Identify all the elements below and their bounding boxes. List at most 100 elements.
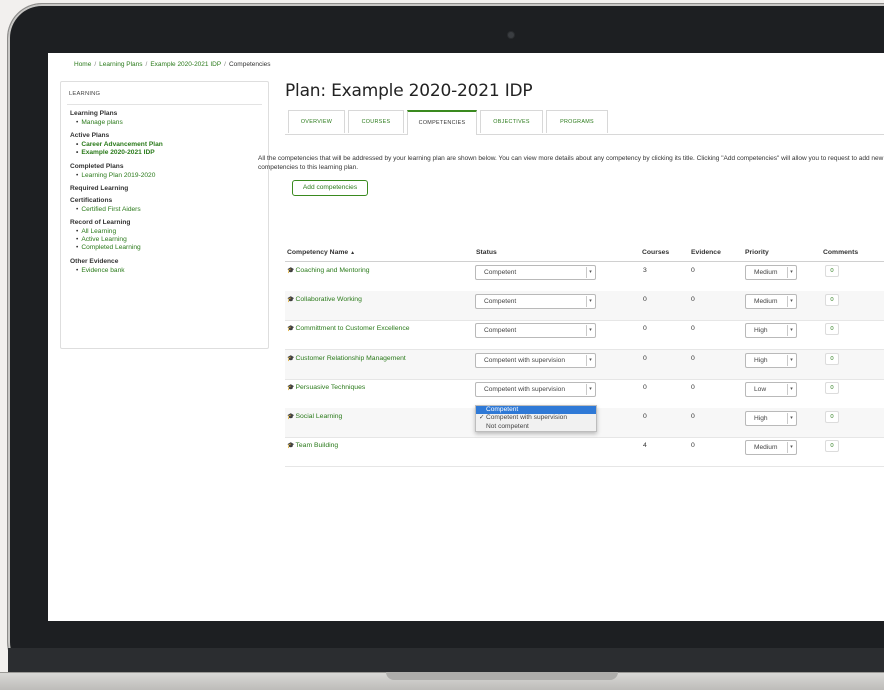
status-select[interactable]: Competent ▾ (475, 294, 596, 310)
competency-link[interactable]: 🎓Persuasive Techniques (287, 384, 365, 391)
sidebar-header: LEARNING (67, 88, 262, 105)
col-header-name[interactable]: Competency Name ▲ (287, 249, 355, 256)
sidebar-item-link[interactable]: Evidence bank (76, 267, 262, 275)
sidebar-list: Learning Plan 2019-2020 (67, 172, 262, 180)
col-header-courses: Courses (642, 249, 670, 256)
status-option-label: Competent (486, 406, 519, 413)
sidebar-item-link[interactable]: All Learning (76, 228, 262, 236)
tab-competencies[interactable]: COMPETENCIES (407, 110, 477, 135)
status-option-label: Competent with supervision (486, 414, 567, 422)
camera-icon (508, 32, 514, 38)
col-header-priority: Priority (745, 249, 769, 256)
status-option-competent-with-supervision[interactable]: ✓ Competent with supervision (476, 414, 596, 422)
status-select[interactable]: Competent with supervision ▾ (475, 381, 596, 397)
priority-value: High (754, 415, 768, 422)
table-row: 🎓Team Building 4 0 Medium ▾ 0 (285, 437, 884, 468)
status-option-not-competent[interactable]: Not competent (476, 423, 596, 431)
checkmark-icon: ✓ (479, 414, 485, 422)
priority-select[interactable]: High ▾ (745, 411, 797, 426)
chevron-down-icon: ▾ (586, 325, 594, 337)
status-dropdown-menu: Competent ✓ Competent with supervision No… (475, 405, 597, 432)
sidebar-list: Evidence bank (67, 267, 262, 275)
graduation-cap-icon: 🎓 (287, 414, 295, 420)
priority-select[interactable]: High ▾ (745, 352, 797, 368)
status-option-competent[interactable]: Competent (476, 406, 596, 415)
competency-link[interactable]: 🎓Social Learning (287, 413, 342, 420)
sidebar-section-title: Learning Plans (70, 110, 118, 117)
sidebar-list: Manage plans (67, 119, 262, 127)
comments-count-link[interactable]: 0 (825, 440, 839, 453)
sidebar-section-title: Other Evidence (70, 257, 119, 265)
evidence-count: 0 (691, 442, 695, 450)
priority-select[interactable]: Medium ▾ (745, 440, 797, 456)
screen: Home / Learning Plans / Example 2020-2021 ID… (48, 53, 884, 621)
priority-select[interactable]: Medium ▾ (745, 265, 797, 280)
graduation-cap-icon: 🎓 (287, 355, 295, 362)
priority-value: Medium (754, 298, 778, 306)
tab-objectives[interactable]: OBJECTIVES (480, 110, 543, 133)
sidebar-section-title: Required Learning (70, 184, 129, 192)
courses-count: 3 (643, 267, 647, 274)
sidebar-item-link[interactable]: Example 2020-2021 IDP (76, 149, 262, 157)
add-competencies-button[interactable]: Add competencies (292, 180, 368, 196)
comments-count-link[interactable]: 0 (825, 411, 839, 423)
comments-count-link[interactable]: 0 (825, 381, 839, 394)
table-row: 🎓Collaborative Working Competent ▾ 0 0 Medium… (285, 291, 884, 322)
competency-link[interactable]: 🎓Committment to Customer Excellence (287, 325, 410, 332)
courses-count: 0 (643, 325, 647, 333)
competency-name: Customer Relationship Management (295, 354, 406, 362)
status-select[interactable]: Competent ▾ (475, 265, 596, 280)
sort-ascending-icon: ▲ (350, 250, 356, 256)
breadcrumb-learning-plans[interactable]: Learning Plans (99, 61, 142, 68)
status-select[interactable]: Competent with supervision ▾ (475, 352, 596, 368)
status-option-label: Not competent (486, 422, 529, 430)
sidebar-item-link[interactable]: Career Advancement Plan (76, 141, 262, 149)
laptop-notch (386, 672, 618, 680)
col-header-status: Status (476, 249, 497, 256)
tab-courses[interactable]: COURSES (348, 110, 404, 133)
comments-count-link[interactable]: 0 (825, 265, 839, 277)
competency-link[interactable]: 🎓Collaborative Working (287, 296, 362, 303)
tab-overview[interactable]: OVERVIEW (288, 110, 345, 133)
breadcrumb-separator: / (94, 61, 97, 68)
breadcrumb: Home / Learning Plans / Example 2020-2021 ID… (74, 61, 271, 68)
tab-programs[interactable]: PROGRAMS (546, 110, 608, 133)
breadcrumb-home[interactable]: Home (74, 61, 91, 68)
competency-link[interactable]: 🎓Customer Relationship Management (287, 355, 406, 362)
breadcrumb-plan[interactable]: Example 2020-2021 IDP (150, 61, 221, 68)
sidebar-item-link[interactable]: Completed Learning (76, 244, 262, 252)
priority-select[interactable]: Low ▾ (745, 381, 797, 397)
competency-link[interactable]: 🎓Team Building (287, 442, 338, 449)
sidebar-item-link[interactable]: Manage plans (76, 119, 262, 127)
col-header-name-label: Competency Name (287, 249, 349, 256)
priority-select[interactable]: Medium ▾ (745, 294, 797, 310)
evidence-count: 0 (691, 354, 695, 362)
sidebar-item-link[interactable]: Certified First Aiders (76, 206, 262, 214)
priority-select[interactable]: High ▾ (745, 323, 797, 339)
breadcrumb-separator: / (224, 61, 226, 68)
graduation-cap-icon: 🎓 (287, 268, 295, 274)
chevron-down-icon: ▾ (586, 267, 594, 278)
sidebar-section-title: Certifications (70, 196, 113, 204)
competency-name: Team Building (295, 442, 339, 450)
table-row: 🎓Customer Relationship Management Compete… (285, 349, 884, 380)
priority-value: High (754, 356, 768, 364)
sidebar-item-link[interactable]: Learning Plan 2019-2020 (76, 172, 262, 180)
comments-count-link[interactable]: 0 (825, 352, 839, 365)
competency-link[interactable]: 🎓Coaching and Mentoring (287, 267, 370, 274)
comments-count-link[interactable]: 0 (825, 294, 839, 307)
graduation-cap-icon: 🎓 (287, 326, 295, 333)
chevron-down-icon: ▾ (787, 442, 795, 454)
chevron-down-icon: ▾ (586, 354, 594, 366)
sidebar-item-link[interactable]: Active Learning (76, 236, 262, 244)
sidebar-section-title: Active Plans (70, 132, 110, 140)
sidebar-list: Certified First Aiders (67, 206, 262, 214)
table-row: 🎓Coaching and Mentoring Competent ▾ 3 0 Mediu… (285, 262, 884, 292)
priority-value: Low (754, 385, 767, 393)
comments-count-link[interactable]: 0 (825, 323, 839, 336)
col-header-comments: Comments (823, 249, 859, 256)
status-select[interactable]: Competent ▾ (475, 323, 596, 339)
chevron-down-icon: ▾ (787, 354, 795, 366)
sidebar-list: Career Advancement PlanExample 2020-2021… (67, 141, 262, 157)
graduation-cap-icon: 🎓 (287, 384, 295, 391)
